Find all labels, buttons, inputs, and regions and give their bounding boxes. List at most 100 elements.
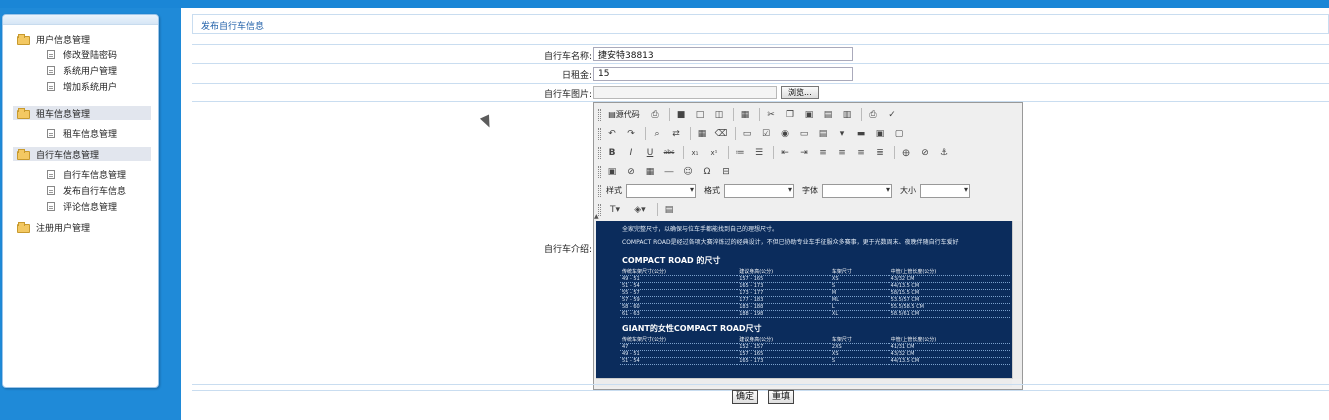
align-right-icon[interactable]: ≡ bbox=[853, 145, 869, 160]
file-upload: 浏览... bbox=[593, 86, 819, 99]
daily-rent-input[interactable] bbox=[593, 67, 853, 81]
bold-icon[interactable]: B bbox=[604, 145, 620, 160]
format-dropdown[interactable] bbox=[724, 183, 794, 198]
italic-icon[interactable]: I bbox=[623, 145, 639, 160]
smiley-icon[interactable]: ☺ bbox=[680, 164, 696, 179]
paste-text-icon[interactable]: ▤ bbox=[820, 107, 836, 122]
undo-icon[interactable]: ↶ bbox=[604, 126, 620, 141]
underline-icon[interactable]: U bbox=[642, 145, 658, 160]
table-cell: S bbox=[829, 357, 889, 365]
text-color-icon[interactable]: T▾ bbox=[604, 202, 626, 217]
paste-icon[interactable]: ▣ bbox=[801, 107, 817, 122]
reset-button[interactable]: 重填 bbox=[768, 390, 795, 404]
align-justify-icon[interactable]: ≣ bbox=[872, 145, 888, 160]
align-center-icon[interactable]: ≡ bbox=[834, 145, 850, 160]
select-all-icon[interactable]: ▦ bbox=[694, 126, 710, 141]
table-cell: 188 - 198 bbox=[737, 310, 830, 318]
toolbar-grip bbox=[598, 127, 601, 140]
replace-icon[interactable]: ⇄ bbox=[668, 126, 684, 141]
table-icon[interactable]: ▦ bbox=[642, 164, 658, 179]
toolbar-grip bbox=[598, 108, 601, 121]
align-left-icon[interactable]: ≡ bbox=[815, 145, 831, 160]
sidebar-item-bicycle-management[interactable]: 自行车信息管理 bbox=[13, 166, 151, 182]
file-path-box[interactable] bbox=[593, 86, 777, 99]
editor-content-area[interactable]: 全家完整尺寸，以确保与位车手都能找到自己的理想尺寸。 COMPACT ROAD是… bbox=[596, 221, 1012, 379]
form-icon[interactable]: ▭ bbox=[739, 126, 755, 141]
source-code-button[interactable]: ▤ 源代码 bbox=[604, 107, 644, 122]
group-header-user-info[interactable]: 用户信息管理 bbox=[13, 32, 151, 46]
table-cell: 2XS bbox=[829, 343, 889, 351]
table-cell: 177 - 183 bbox=[737, 296, 830, 304]
strikethrough-icon[interactable]: abc bbox=[661, 145, 677, 160]
bg-color-icon[interactable]: ◈▾ bbox=[629, 202, 651, 217]
print-preview-icon[interactable]: ◫ bbox=[711, 107, 727, 122]
new-page-icon[interactable]: □ bbox=[692, 107, 708, 122]
select-icon[interactable]: ▾ bbox=[834, 126, 850, 141]
paste-word-icon[interactable]: ▥ bbox=[839, 107, 855, 122]
table-cell: 165 - 173 bbox=[737, 282, 830, 290]
group-header-bicycle-info[interactable]: 自行车信息管理 bbox=[13, 147, 151, 161]
preview-icon[interactable]: ⎙ bbox=[647, 107, 663, 122]
sidebar-item-system-users[interactable]: 系统用户管理 bbox=[13, 62, 151, 78]
toolbar-separator bbox=[773, 146, 774, 159]
button-icon[interactable]: ▬ bbox=[853, 126, 869, 141]
style-label: 样式 bbox=[606, 186, 622, 195]
save-icon[interactable]: ■ bbox=[673, 107, 689, 122]
link-icon[interactable]: 🜨 bbox=[898, 145, 914, 160]
bicycle-name-input[interactable] bbox=[593, 47, 853, 61]
hidden-field-icon[interactable]: ▢ bbox=[891, 126, 907, 141]
style-dropdown[interactable] bbox=[626, 183, 696, 198]
textfield-icon[interactable]: ▭ bbox=[796, 126, 812, 141]
browse-button[interactable]: 浏览... bbox=[781, 86, 819, 99]
table-cell: 183 - 188 bbox=[737, 303, 830, 311]
show-blocks-icon[interactable]: ▤ bbox=[661, 202, 677, 217]
horizontal-rule-icon[interactable]: ― bbox=[661, 164, 677, 179]
numbered-list-icon[interactable]: ≔ bbox=[732, 145, 748, 160]
editor-vertical-scrollbar[interactable] bbox=[1012, 221, 1022, 379]
collapse-toolbar-icon[interactable]: ▲ bbox=[594, 213, 600, 220]
image-icon[interactable]: ▣ bbox=[604, 164, 620, 179]
unlink-icon[interactable]: ⊘ bbox=[917, 145, 933, 160]
spellcheck-icon[interactable]: ✓ bbox=[884, 107, 900, 122]
group-header-rental-info[interactable]: 租车信息管理 bbox=[13, 106, 151, 120]
find-icon[interactable]: ⌕ bbox=[649, 126, 665, 141]
sidebar-item-change-password[interactable]: 修改登陆密码 bbox=[13, 46, 151, 62]
print-icon[interactable]: ⎙ bbox=[865, 107, 881, 122]
page-break-icon[interactable]: ⊟ bbox=[718, 164, 734, 179]
sidebar-item-rental-management[interactable]: 租车信息管理 bbox=[13, 125, 151, 141]
outdent-icon[interactable]: ⇤ bbox=[777, 145, 793, 160]
sidebar-item-publish-bicycle[interactable]: 发布自行车信息 bbox=[13, 182, 151, 198]
spec-intro-line: 全家完整尺寸，以确保与位车手都能找到自己的理想尺寸。 bbox=[622, 226, 779, 233]
sidebar-item-add-system-user[interactable]: 增加系统用户 bbox=[13, 78, 151, 94]
bulleted-list-icon[interactable]: ☰ bbox=[751, 145, 767, 160]
top-bar bbox=[0, 0, 1329, 8]
spec-table-2: 传统车架尺寸(公分) 建议身高(公分) 车架尺寸 中管/上管长度(公分) 47 1… bbox=[620, 336, 1010, 365]
table-cell: 55.5/58.5 CM bbox=[888, 303, 1010, 311]
textarea-icon[interactable]: ▤ bbox=[815, 126, 831, 141]
toolbar-grip bbox=[598, 146, 601, 159]
flash-icon[interactable]: ⊘ bbox=[623, 164, 639, 179]
special-char-icon[interactable]: Ω bbox=[699, 164, 715, 179]
subscript-icon[interactable]: x₁ bbox=[687, 145, 703, 160]
toolbar-separator bbox=[733, 108, 734, 121]
font-dropdown[interactable] bbox=[822, 183, 892, 198]
sidebar-item-comment-management[interactable]: 评论信息管理 bbox=[13, 198, 151, 214]
redo-icon[interactable]: ↷ bbox=[623, 126, 639, 141]
anchor-icon[interactable]: ⚓ bbox=[936, 145, 952, 160]
template-icon[interactable]: ▦ bbox=[737, 107, 753, 122]
table-cell: 58 - 60 bbox=[620, 303, 738, 311]
indent-icon[interactable]: ⇥ bbox=[796, 145, 812, 160]
sidebar-item-label: 租车信息管理 bbox=[63, 129, 118, 140]
group-header-registered-users[interactable]: 注册用户管理 bbox=[13, 220, 151, 234]
remove-format-icon[interactable]: ⌫ bbox=[713, 126, 729, 141]
table-row: 49 - 51 157 - 165 XS 43/32 CM bbox=[620, 350, 1010, 358]
checkbox-icon[interactable]: ☑ bbox=[758, 126, 774, 141]
submit-button[interactable]: 确定 bbox=[732, 390, 759, 404]
superscript-icon[interactable]: x¹ bbox=[706, 145, 722, 160]
cut-icon[interactable]: ✂ bbox=[763, 107, 779, 122]
image-button-icon[interactable]: ▣ bbox=[872, 126, 888, 141]
size-dropdown[interactable] bbox=[920, 183, 970, 198]
radio-icon[interactable]: ◉ bbox=[777, 126, 793, 141]
copy-icon[interactable]: ❐ bbox=[782, 107, 798, 122]
table-cell: 43/32 CM bbox=[888, 275, 1010, 283]
